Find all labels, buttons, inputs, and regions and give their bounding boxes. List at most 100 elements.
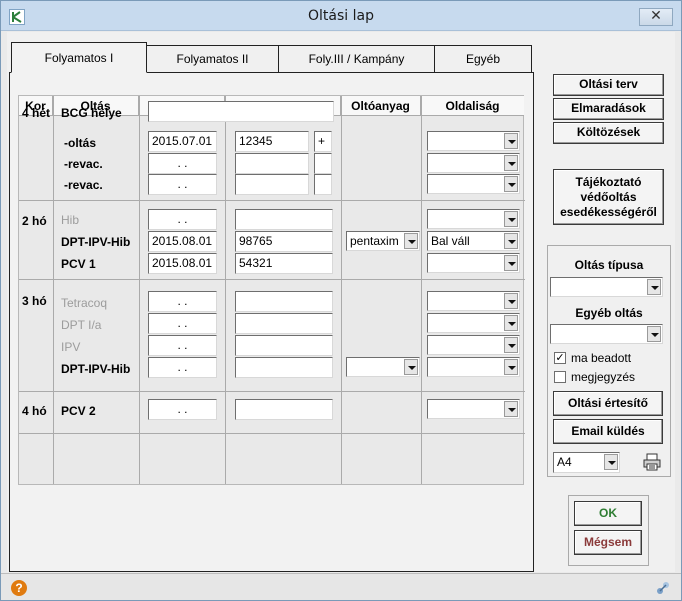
client-area: Folyamatos I Folyamatos II Foly.III / Ka… <box>7 32 675 572</box>
row-divider <box>19 279 525 280</box>
date-input-revac-1[interactable]: . . <box>148 153 217 174</box>
batch-input-revac-2[interactable] <box>235 174 309 195</box>
close-button[interactable]: ✕ <box>639 8 673 26</box>
side-select-tetracoq[interactable] <box>427 291 520 311</box>
megjegyzes-label: megjegyzés <box>571 370 636 384</box>
oltas-tipusa-label: Oltás típusa <box>574 258 644 272</box>
date-input-pcv-1[interactable]: 2015.08.01 <box>148 253 217 274</box>
chevron-down-icon[interactable] <box>504 211 518 227</box>
vaccine-label-dpt-ipv-hib-3: DPT-IPV-Hib <box>61 362 131 376</box>
batch-input-oltas[interactable]: 12345 <box>235 131 309 152</box>
batch-input-revac-1[interactable] <box>235 153 309 174</box>
side-select-pcv-2[interactable] <box>427 399 520 419</box>
batch-input-dpt-ipv-hib[interactable]: 98765 <box>235 231 333 252</box>
ma-beadott-checkbox[interactable]: ✓ <box>554 352 566 364</box>
elmaradasok-button[interactable]: Elmaradások <box>553 98 664 120</box>
chevron-down-icon[interactable] <box>504 315 518 331</box>
paper-size-select[interactable]: A4 <box>553 452 620 473</box>
paper-size-value: A4 <box>557 455 572 469</box>
chevron-down-icon[interactable] <box>504 359 518 375</box>
tajekoztato-label-line-3: esedékességéről <box>560 205 657 219</box>
row-divider <box>19 433 525 434</box>
mark-input-oltas[interactable]: + <box>314 131 332 152</box>
chevron-down-icon[interactable] <box>504 401 518 417</box>
close-icon: ✕ <box>650 8 662 24</box>
vaccine-label-bcg: BCG helye <box>61 106 122 120</box>
side-select-revac-2[interactable] <box>427 174 520 194</box>
tab-egyeb[interactable]: Egyéb <box>434 45 532 72</box>
vaccine-label-oltas: -oltás <box>64 136 97 150</box>
network-icon <box>655 580 671 596</box>
date-input-dpt-ipv-hib-3[interactable]: . . <box>148 357 217 378</box>
side-select-value: Bal váll <box>431 234 470 248</box>
date-input-revac-2[interactable]: . . <box>148 174 217 195</box>
oltasi-ertesito-button[interactable]: Oltási értesítő <box>553 391 663 416</box>
chevron-down-icon[interactable] <box>504 337 518 353</box>
status-bar: ? <box>1 573 681 600</box>
row-divider <box>19 391 525 392</box>
egyeb-oltas-select[interactable] <box>550 324 663 344</box>
age-label-4-het: 4 hét <box>22 106 51 120</box>
batch-input-pcv-1[interactable]: 54321 <box>235 253 333 274</box>
oltasi-terv-button[interactable]: Oltási terv <box>553 74 664 96</box>
megjegyzes-checkbox[interactable] <box>554 371 566 383</box>
side-select-pcv-1[interactable] <box>427 253 520 273</box>
date-input-dpt-ipv-hib[interactable]: 2015.08.01 <box>148 231 217 252</box>
chevron-down-icon[interactable] <box>404 233 418 249</box>
mark-input-revac-1[interactable] <box>314 153 332 174</box>
vaccine-label-dpt-i-a: DPT I/a <box>61 318 102 332</box>
batch-input-dpt-ipv-hib-3[interactable] <box>235 357 333 378</box>
tajekoztato-label-line-1: Tájékoztató <box>575 175 642 189</box>
megsem-button[interactable]: Mégsem <box>574 530 642 555</box>
mark-input-revac-2[interactable] <box>314 174 332 195</box>
tajekoztato-button[interactable]: Tájékoztató védőoltás esedékességéről <box>553 169 664 225</box>
age-label-4-ho: 4 hó <box>22 404 47 418</box>
print-button[interactable] <box>641 452 663 472</box>
vaccine-select-dpt-ipv-hib[interactable]: pentaxim <box>346 231 420 251</box>
date-input-tetracoq[interactable]: . . <box>148 291 217 312</box>
side-select-dpt-ipv-hib[interactable]: Bal váll <box>427 231 520 251</box>
chevron-down-icon[interactable] <box>647 279 661 295</box>
chevron-down-icon[interactable] <box>504 176 518 192</box>
side-select-hib[interactable] <box>427 209 520 229</box>
title-bar: Oltási lap ✕ <box>1 1 681 31</box>
tab-folyamatos-1[interactable]: Folyamatos I <box>11 42 147 73</box>
vaccine-label-tetracoq: Tetracoq <box>61 296 108 310</box>
side-select-ipv[interactable] <box>427 335 520 355</box>
side-select-revac-1[interactable] <box>427 153 520 173</box>
batch-input-tetracoq[interactable] <box>235 291 333 312</box>
oltas-tipusa-select[interactable] <box>550 277 663 297</box>
side-select-dpt-ipv-hib-3[interactable] <box>427 357 520 377</box>
date-input-dpt-i-a[interactable]: . . <box>148 313 217 334</box>
date-input-hib[interactable]: . . <box>148 209 217 230</box>
date-input-pcv-2[interactable]: . . <box>148 399 217 420</box>
koltozesek-button[interactable]: Költözések <box>553 122 664 144</box>
chevron-down-icon[interactable] <box>404 359 418 375</box>
vaccine-label-pcv-1: PCV 1 <box>61 257 96 271</box>
batch-input-ipv[interactable] <box>235 335 333 356</box>
batch-input-pcv-2[interactable] <box>235 399 333 420</box>
vaccine-select-dpt-ipv-hib-3[interactable] <box>346 357 420 377</box>
tab-folyamatos-2[interactable]: Folyamatos II <box>146 45 279 72</box>
ok-button[interactable]: OK <box>574 501 642 526</box>
batch-input-dpt-i-a[interactable] <box>235 313 333 334</box>
date-input-oltas[interactable]: 2015.07.01 <box>148 131 217 152</box>
chevron-down-icon[interactable] <box>504 155 518 171</box>
email-kuldes-button[interactable]: Email küldés <box>553 419 663 444</box>
vaccine-label-hib: Hib <box>61 213 80 227</box>
batch-input-hib[interactable] <box>235 209 333 230</box>
side-select-dpt-i-a[interactable] <box>427 313 520 333</box>
chevron-down-icon[interactable] <box>504 233 518 249</box>
tab-foly-3-kampany[interactable]: Foly.III / Kampány <box>278 45 435 72</box>
chevron-down-icon[interactable] <box>504 133 518 149</box>
help-icon[interactable]: ? <box>11 580 27 596</box>
side-select-oltas[interactable] <box>427 131 520 151</box>
chevron-down-icon[interactable] <box>504 293 518 309</box>
chevron-down-icon[interactable] <box>504 255 518 271</box>
vaccine-label-dpt-ipv-hib: DPT-IPV-Hib <box>61 235 131 249</box>
date-input-ipv[interactable]: . . <box>148 335 217 356</box>
chevron-down-icon[interactable] <box>604 454 618 470</box>
ma-beadott-label: ma beadott <box>571 351 632 365</box>
bcg-site-input[interactable] <box>148 101 334 122</box>
chevron-down-icon[interactable] <box>647 326 661 342</box>
